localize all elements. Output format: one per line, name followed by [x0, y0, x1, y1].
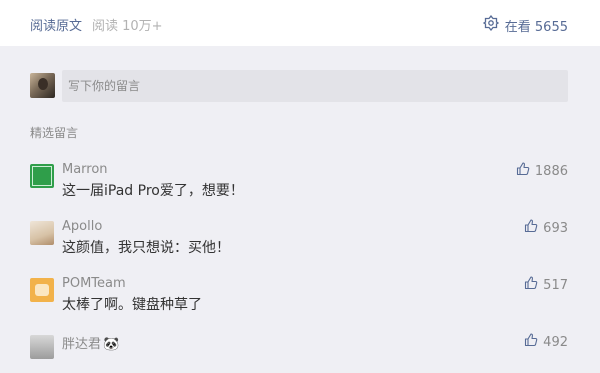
thumbs-up-icon — [524, 219, 538, 237]
comment-item: Apollo 这颜值，我只想说：买他！ 693 — [30, 219, 568, 259]
write-comment-row: 写下你的留言 — [30, 70, 568, 102]
comment-text: 太棒了啊。键盘种草了 — [62, 297, 202, 313]
like-button[interactable]: 693 — [524, 219, 568, 237]
my-avatar — [30, 73, 55, 98]
article-footer-bar: 阅读原文 阅读 10万+ 在看 5655 — [0, 0, 600, 46]
like-count: 517 — [543, 277, 568, 293]
commenter-name: POMTeam — [62, 276, 126, 291]
comment-text: 这颜值，我只想说：买他！ — [62, 240, 230, 256]
panda-emoji-icon: 🐼 — [103, 337, 120, 352]
commenter-avatar[interactable] — [30, 278, 54, 302]
like-button[interactable]: 517 — [524, 276, 568, 294]
read-count: 阅读 10万+ — [92, 19, 163, 34]
commenter-name: 胖达君 🐼 — [62, 333, 119, 352]
looking-button[interactable]: 在看 5655 — [482, 14, 568, 35]
featured-comments-title: 精选留言 — [30, 126, 79, 140]
comment-item: Marron 这一届iPad Pro爱了，想要！ 1886 — [30, 162, 568, 202]
read-original-link[interactable]: 阅读原文 — [30, 15, 82, 34]
commenter-name: Marron — [62, 162, 108, 177]
thumbs-up-icon — [524, 333, 538, 351]
like-button[interactable]: 1886 — [516, 162, 568, 180]
commenter-avatar[interactable] — [30, 164, 54, 188]
looking-label: 在看 5655 — [504, 19, 568, 35]
comment-item: POMTeam 太棒了啊。键盘种草了 517 — [30, 276, 568, 316]
like-button[interactable]: 492 — [524, 333, 568, 351]
comment-text: 这一届iPad Pro爱了，想要！ — [62, 183, 244, 199]
looking-icon — [482, 14, 499, 35]
like-count: 492 — [543, 334, 568, 350]
thumbs-up-icon — [524, 276, 538, 294]
comment-input[interactable]: 写下你的留言 — [62, 70, 568, 102]
commenter-name-text: 胖达君 — [62, 337, 102, 352]
commenter-avatar[interactable] — [30, 335, 54, 359]
commenter-avatar[interactable] — [30, 221, 54, 245]
like-count: 693 — [543, 220, 568, 236]
thumbs-up-icon — [516, 162, 530, 180]
comment-item: 胖达君 🐼 492 — [30, 333, 568, 373]
commenter-name: Apollo — [62, 219, 103, 234]
like-count: 1886 — [534, 163, 568, 179]
